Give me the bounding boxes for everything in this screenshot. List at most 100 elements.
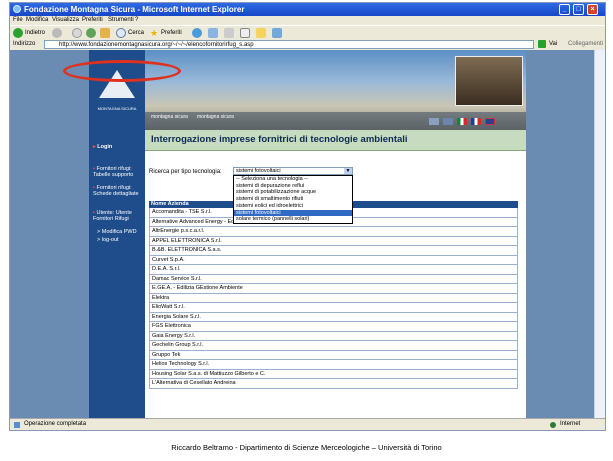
menu-modifica[interactable]: Modifica: [26, 16, 48, 25]
browser-content: montagna sicura montagna sicura MONTAGNA…: [10, 50, 605, 418]
table-row[interactable]: Helios Technology S.r.l.: [149, 360, 518, 370]
table-row[interactable]: L'Alternativa di Cesellato Andreina: [149, 379, 518, 389]
search-icon[interactable]: [116, 28, 126, 38]
sidebar-item-label: Login: [97, 144, 113, 150]
history-icon[interactable]: [208, 28, 218, 38]
select-value: sistemi fotovoltaici: [236, 168, 281, 174]
url-highlight-ellipse: [63, 60, 181, 82]
heading-bar: Interrogazione imprese fornitrici di tec…: [145, 130, 526, 151]
messenger-icon[interactable]: [272, 28, 282, 38]
menu-file[interactable]: File: [13, 16, 23, 25]
address-label: Indirizzo: [13, 41, 36, 47]
dropdown-option[interactable]: sistemi di potabilizzazione acque: [234, 189, 352, 196]
slide: Fondazione Montagna Sicura - Microsoft I…: [0, 0, 613, 461]
sidebar-item-label: Fornitori rifugi: Schede dettagliate: [93, 185, 139, 197]
stop-icon[interactable]: [72, 28, 82, 38]
nav-link-1[interactable]: montagna sicura: [151, 114, 188, 120]
dropdown-option[interactable]: sistemi fotovoltaici: [234, 209, 352, 217]
links-button[interactable]: Collegamenti: [568, 39, 603, 50]
internet-zone-icon: [550, 422, 556, 428]
page-title: Interrogazione imprese fornitrici di tec…: [151, 134, 408, 145]
print-icon[interactable]: [240, 28, 250, 38]
sidebar-item-login[interactable]: ▸ Login: [93, 144, 112, 150]
home-link-icon[interactable]: [429, 118, 439, 125]
forward-arrow-icon[interactable]: [52, 28, 62, 38]
technology-select[interactable]: sistemi fotovoltaici ▼: [233, 167, 353, 175]
ie-logo-icon: [13, 5, 21, 13]
nav-link-2[interactable]: montagna sicura: [197, 114, 234, 120]
home-icon[interactable]: [100, 28, 110, 38]
info-icon[interactable]: [443, 118, 453, 125]
table-row[interactable]: APPEL ELETTRONICA S.r.l.: [149, 236, 518, 246]
flag-france-icon[interactable]: [471, 118, 481, 125]
web-page: montagna sicura montagna sicura MONTAGNA…: [89, 50, 526, 418]
table-row[interactable]: Housing Solar S.a.s. di Mattiuzzo Gilber…: [149, 369, 518, 379]
favorites-button[interactable]: Preferiti: [161, 28, 182, 38]
table-row[interactable]: Damac Service S.r.l.: [149, 274, 518, 284]
status-bar: Operazione completata Internet: [10, 418, 605, 430]
bullet-icon: ▸: [93, 144, 96, 150]
window-title: Fondazione Montagna Sicura - Microsoft I…: [24, 5, 245, 14]
refresh-icon[interactable]: [86, 28, 96, 38]
dropdown-option[interactable]: solare termico (pannelli solari): [234, 216, 352, 223]
menu-preferiti[interactable]: Preferiti: [82, 16, 103, 25]
chevron-down-icon[interactable]: ▼: [344, 168, 352, 174]
address-input[interactable]: http://www.fondazionemontagnasicura.org/…: [44, 40, 534, 49]
table-row[interactable]: FGS Elettronica: [149, 322, 518, 332]
table-row[interactable]: Gaia Energy S.r.l.: [149, 331, 518, 341]
folder-icon[interactable]: [256, 28, 266, 38]
search-label: Ricerca per tipo tecnologia:: [149, 169, 222, 175]
sidebar-item-utente: ▪ Utente: Utente Fornitori Rifugi: [93, 210, 143, 222]
sidebar-item-tabelle[interactable]: ▪ Fornitori rifugi: Tabelle supporto: [93, 166, 143, 178]
table-row[interactable]: ElioWatt S.r.l.: [149, 303, 518, 313]
table-row[interactable]: B.&B. ELETTRONICA S.a.s.: [149, 246, 518, 256]
table-row[interactable]: AltrEnergie p.s.c.a.r.l.: [149, 227, 518, 237]
media-icon[interactable]: [192, 28, 202, 38]
address-bar: Indirizzo http://www.fondazionemontagnas…: [10, 39, 605, 50]
menu-bar: File Modifica Visualizza Preferiti Strum…: [10, 16, 605, 25]
mail-icon[interactable]: [224, 28, 234, 38]
title-bar: Fondazione Montagna Sicura - Microsoft I…: [10, 3, 605, 16]
menu-visualizza[interactable]: Visualizza: [52, 16, 79, 25]
close-button[interactable]: ×: [587, 4, 598, 15]
sidebar-item-logout[interactable]: > log-out: [97, 237, 119, 243]
maximize-button[interactable]: □: [573, 4, 584, 15]
page-done-icon: [14, 422, 20, 428]
dropdown-option[interactable]: -- Seleziona una tecnologia --: [234, 176, 352, 183]
table-row[interactable]: E.GE.A. - Edilizia GEstione Ambiente: [149, 284, 518, 294]
dropdown-option[interactable]: sistemi di depurazione reflui: [234, 183, 352, 190]
sidebar-item-label: > log-out: [97, 237, 119, 243]
sidebar-item-label: > Modifica PWD: [97, 229, 137, 235]
flag-italy-icon[interactable]: [457, 118, 467, 125]
address-url: http://www.fondazionemontagnasicura.org/…: [59, 42, 254, 48]
climbers-photo: [455, 56, 523, 106]
search-button[interactable]: Cerca: [128, 28, 144, 38]
back-button[interactable]: Indietro: [25, 28, 45, 38]
table-row[interactable]: Gechelin Group S.r.l.: [149, 341, 518, 351]
sidebar-item-schede[interactable]: ▪ Fornitori rifugi: Schede dettagliate: [93, 185, 143, 197]
table-body: Accomandita - TSE S.r.l. Alternative Adva…: [149, 208, 518, 389]
table-row[interactable]: Gruppo Tek: [149, 350, 518, 360]
dropdown-option[interactable]: sistemi eolici ed idroelettrici: [234, 203, 352, 210]
slide-footer: Riccardo Beltramo - Dipartimento di Scie…: [171, 443, 442, 452]
toolbar: Indietro Cerca ★ Preferiti: [10, 25, 605, 39]
zone-text: Internet: [560, 421, 581, 427]
go-arrow-icon[interactable]: [538, 40, 546, 48]
dropdown-option[interactable]: sistemi di smaltimento rifiuti: [234, 196, 352, 203]
table-row[interactable]: Curvet S.p.A.: [149, 255, 518, 265]
table-row[interactable]: D.E.A. S.r.l.: [149, 265, 518, 275]
menu-help[interactable]: ?: [135, 16, 138, 25]
table-row[interactable]: Energia Solare S.r.l.: [149, 312, 518, 322]
minimize-button[interactable]: _: [559, 4, 570, 15]
menu-strumenti[interactable]: Strumenti: [108, 16, 134, 25]
page-scrollbar[interactable]: [594, 50, 605, 418]
favorites-star-icon[interactable]: ★: [150, 28, 158, 38]
sidebar: ▸ Login ▪ Fornitori rifugi: Tabelle supp…: [89, 130, 145, 418]
sidebar-item-label: Fornitori rifugi: Tabelle supporto: [93, 166, 134, 178]
table-row[interactable]: Elektra: [149, 293, 518, 303]
companies-table: Nome Azienda Accomandita - TSE S.r.l. Alt…: [149, 201, 518, 389]
back-arrow-icon[interactable]: [13, 28, 23, 38]
sidebar-item-modifica-pwd[interactable]: > Modifica PWD: [97, 229, 137, 235]
go-button[interactable]: Vai: [549, 39, 557, 50]
flag-uk-icon[interactable]: [485, 118, 495, 125]
